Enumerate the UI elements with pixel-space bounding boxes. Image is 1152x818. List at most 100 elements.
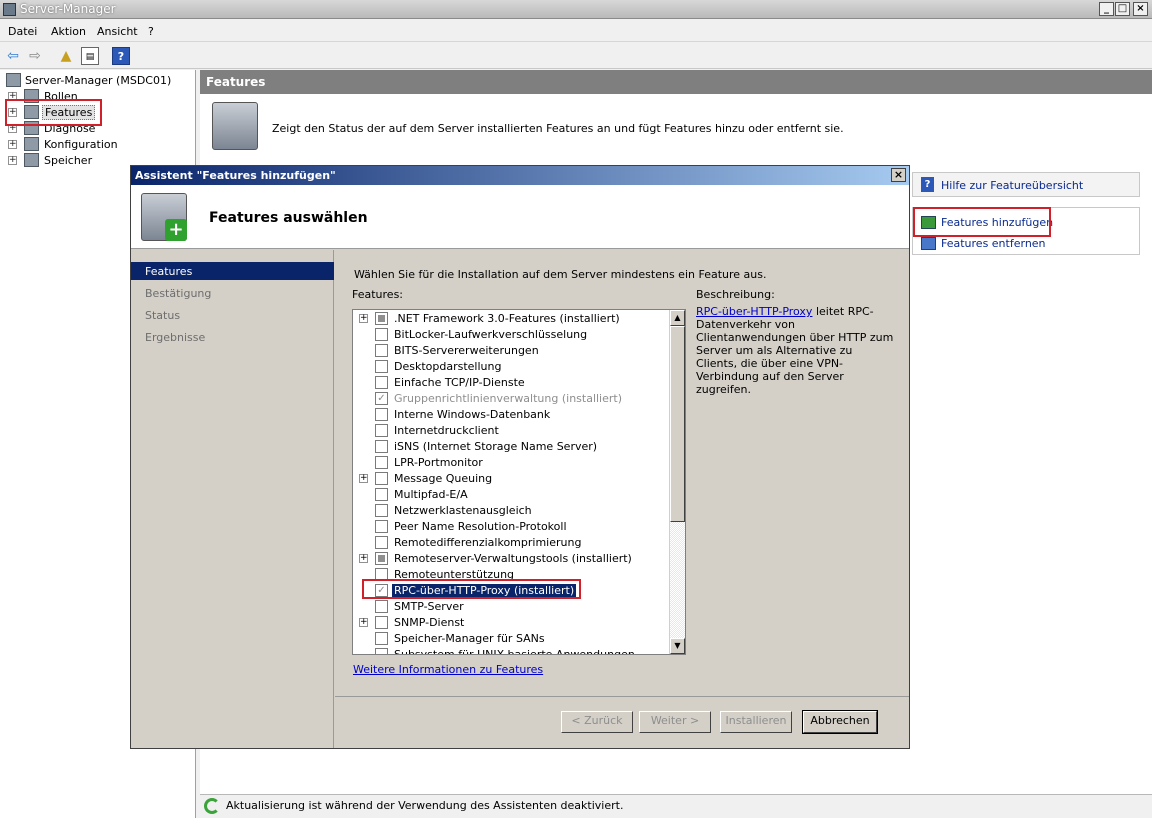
features-large-icon bbox=[212, 102, 258, 150]
feature-checkbox[interactable] bbox=[375, 456, 388, 469]
feature-row[interactable]: + Message Queuing bbox=[353, 471, 669, 487]
feature-row[interactable]: ✓ Gruppenrichtlinienverwaltung (installie… bbox=[353, 391, 669, 407]
feature-checkbox[interactable] bbox=[375, 632, 388, 645]
feature-checkbox[interactable] bbox=[375, 328, 388, 341]
feature-row[interactable]: Speicher-Manager für SANs bbox=[353, 631, 669, 647]
feature-row[interactable]: BitLocker-Laufwerkverschlüsselung bbox=[353, 327, 669, 343]
feature-row[interactable]: + SNMP-Dienst bbox=[353, 615, 669, 631]
menu-ansicht[interactable]: Ansicht bbox=[97, 25, 138, 38]
feature-checkbox[interactable] bbox=[375, 616, 388, 629]
feature-checkbox[interactable] bbox=[375, 472, 388, 485]
feature-checkbox[interactable] bbox=[375, 552, 388, 565]
tree-item-konfiguration[interactable]: + Konfiguration bbox=[8, 137, 188, 153]
feature-row[interactable]: Internetdruckclient bbox=[353, 423, 669, 439]
close-button[interactable]: × bbox=[1133, 2, 1148, 16]
minimize-button[interactable]: _ bbox=[1099, 2, 1114, 16]
feature-row[interactable]: Desktopdarstellung bbox=[353, 359, 669, 375]
forward-arrow-icon[interactable]: ⇨ bbox=[26, 47, 44, 65]
features-list[interactable]: + .NET Framework 3.0-Features (installier… bbox=[352, 309, 686, 655]
feature-row[interactable]: Einfache TCP/IP-Dienste bbox=[353, 375, 669, 391]
help-action[interactable]: ? Hilfe zur Featureübersicht bbox=[912, 172, 1140, 197]
feature-label: LPR-Portmonitor bbox=[394, 456, 483, 469]
more-info-link[interactable]: Weitere Informationen zu Features bbox=[353, 663, 543, 676]
feature-label: SMTP-Server bbox=[394, 600, 464, 613]
remove-features-link[interactable]: Features entfernen bbox=[941, 237, 1046, 250]
description-link[interactable]: RPC-über-HTTP-Proxy bbox=[696, 305, 812, 318]
add-plus-icon: + bbox=[165, 219, 187, 241]
feature-label: iSNS (Internet Storage Name Server) bbox=[394, 440, 598, 453]
expand-icon[interactable]: + bbox=[8, 140, 17, 149]
feature-row[interactable]: LPR-Portmonitor bbox=[353, 455, 669, 471]
feature-checkbox[interactable] bbox=[375, 440, 388, 453]
scroll-thumb[interactable] bbox=[670, 326, 685, 522]
dialog-title: Assistent "Features hinzufügen" bbox=[135, 169, 336, 182]
feature-row[interactable]: Multipfad-E/A bbox=[353, 487, 669, 503]
feature-checkbox[interactable] bbox=[375, 648, 388, 654]
feature-checkbox[interactable] bbox=[375, 312, 388, 325]
scroll-up-arrow-icon[interactable]: ▲ bbox=[670, 310, 685, 326]
menu-datei[interactable]: Datei bbox=[8, 25, 37, 38]
feature-row[interactable]: Remotedifferenzialkomprimierung bbox=[353, 535, 669, 551]
feature-row[interactable]: iSNS (Internet Storage Name Server) bbox=[353, 439, 669, 455]
expand-icon[interactable]: + bbox=[359, 618, 368, 627]
expand-icon[interactable]: + bbox=[359, 314, 368, 323]
feature-checkbox[interactable] bbox=[375, 536, 388, 549]
feature-label: Peer Name Resolution-Protokoll bbox=[394, 520, 567, 533]
feature-checkbox[interactable]: ✓ bbox=[375, 392, 388, 405]
content-header: Features bbox=[200, 70, 1152, 94]
tree-item-label: Konfiguration bbox=[44, 138, 118, 151]
features-scrollbar[interactable]: ▲ ▼ bbox=[669, 310, 685, 654]
feature-row[interactable]: Peer Name Resolution-Protokoll bbox=[353, 519, 669, 535]
feature-checkbox[interactable] bbox=[375, 520, 388, 533]
status-text: Aktualisierung ist während der Verwendun… bbox=[226, 799, 624, 812]
feature-checkbox[interactable] bbox=[375, 600, 388, 613]
feature-checkbox[interactable] bbox=[375, 408, 388, 421]
feature-row[interactable]: Netzwerklastenausgleich bbox=[353, 503, 669, 519]
server-manager-icon bbox=[3, 3, 16, 16]
feature-label: Subsystem für UNIX-basierte Anwendungen bbox=[394, 648, 635, 655]
install-button[interactable]: Installieren bbox=[720, 711, 792, 733]
annotation-highlight bbox=[362, 579, 581, 599]
feature-label: .NET Framework 3.0-Features (installiert… bbox=[394, 312, 620, 325]
feature-row[interactable]: Subsystem für UNIX-basierte Anwendungen bbox=[353, 647, 669, 655]
feature-checkbox[interactable] bbox=[375, 424, 388, 437]
help-icon: ? bbox=[921, 177, 934, 192]
help-icon[interactable]: ? bbox=[112, 47, 130, 65]
dialog-header: + Features auswählen bbox=[131, 185, 909, 249]
feature-checkbox[interactable] bbox=[375, 376, 388, 389]
step-features[interactable]: Features bbox=[131, 262, 334, 280]
feature-row[interactable]: + Remoteserver-Verwaltungstools (installi… bbox=[353, 551, 669, 567]
menu-aktion[interactable]: Aktion bbox=[51, 25, 86, 38]
back-arrow-icon[interactable]: ⇦ bbox=[4, 47, 22, 65]
cancel-button[interactable]: Abbrechen bbox=[802, 710, 878, 734]
feature-checkbox[interactable] bbox=[375, 344, 388, 357]
menu-help[interactable]: ? bbox=[148, 25, 154, 38]
feature-checkbox[interactable] bbox=[375, 360, 388, 373]
actions-pane: ? Hilfe zur Featureübersicht Features hi… bbox=[912, 172, 1140, 258]
dialog-titlebar: Assistent "Features hinzufügen" × bbox=[131, 166, 909, 185]
up-folder-icon[interactable]: ▲ bbox=[57, 47, 75, 65]
expand-icon[interactable]: + bbox=[359, 554, 368, 563]
dialog-close-button[interactable]: × bbox=[891, 168, 906, 182]
refresh-icon bbox=[204, 798, 220, 814]
help-link[interactable]: Hilfe zur Featureübersicht bbox=[941, 179, 1083, 192]
feature-label: SNMP-Dienst bbox=[394, 616, 465, 629]
feature-row[interactable]: Interne Windows-Datenbank bbox=[353, 407, 669, 423]
maximize-button[interactable]: □ bbox=[1115, 2, 1130, 16]
scroll-down-arrow-icon[interactable]: ▼ bbox=[670, 638, 685, 654]
back-button[interactable]: < Zurück bbox=[561, 711, 633, 733]
show-hide-tree-icon[interactable]: ▤ bbox=[81, 47, 99, 65]
feature-row[interactable]: SMTP-Server bbox=[353, 599, 669, 615]
feature-row[interactable]: BITS-Servererweiterungen bbox=[353, 343, 669, 359]
remove-features-icon bbox=[921, 237, 936, 250]
feature-checkbox[interactable] bbox=[375, 488, 388, 501]
next-button[interactable]: Weiter > bbox=[639, 711, 711, 733]
feature-label: Speicher-Manager für SANs bbox=[394, 632, 545, 645]
feature-label: BitLocker-Laufwerkverschlüsselung bbox=[394, 328, 588, 341]
content-description: Zeigt den Status der auf dem Server inst… bbox=[272, 122, 844, 135]
feature-row[interactable]: + .NET Framework 3.0-Features (installier… bbox=[353, 311, 669, 327]
expand-icon[interactable]: + bbox=[8, 156, 17, 165]
expand-icon[interactable]: + bbox=[359, 474, 368, 483]
feature-checkbox[interactable] bbox=[375, 504, 388, 517]
feature-label: Remoteserver-Verwaltungstools (installie… bbox=[394, 552, 632, 565]
